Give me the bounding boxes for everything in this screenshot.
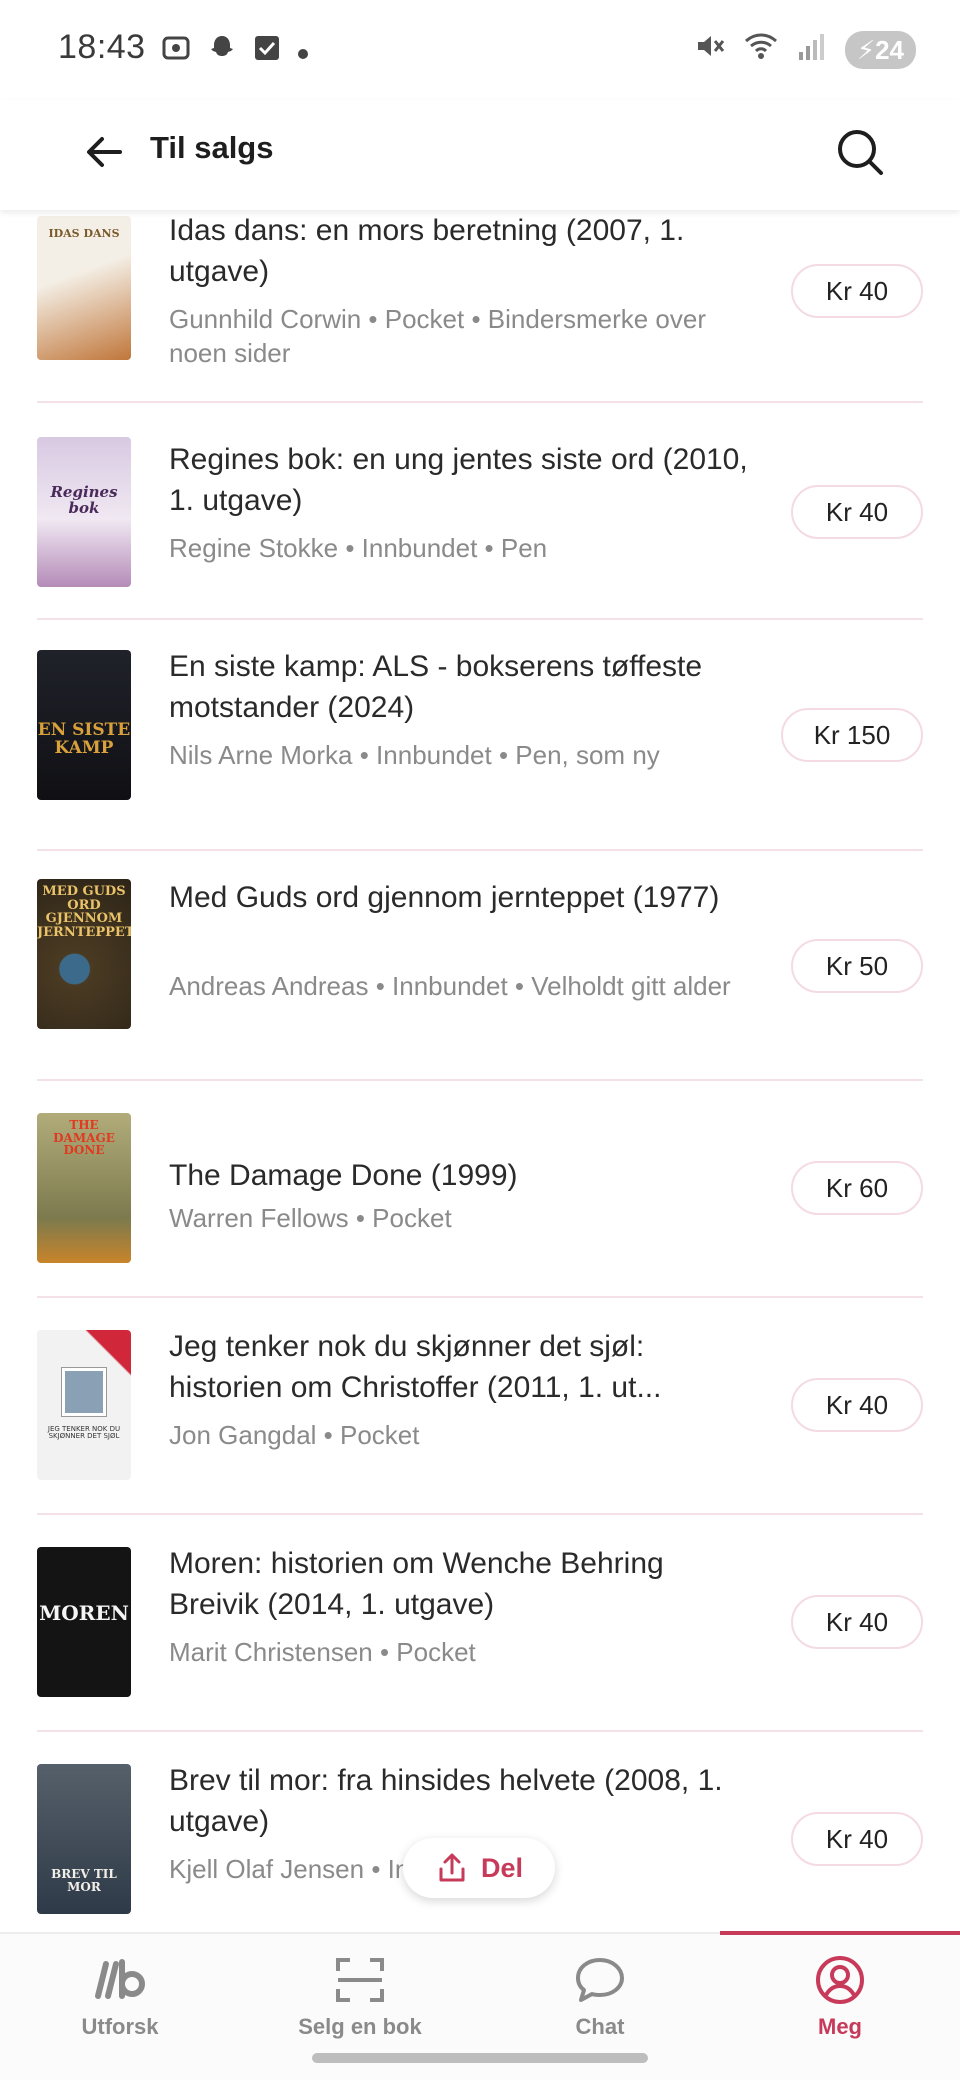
status-system-icons: ⚡24 — [693, 30, 916, 70]
status-bar: 18:43 ⚡24 — [0, 0, 960, 100]
mute-icon — [693, 30, 725, 70]
status-notification-icons — [160, 32, 310, 72]
book-title: The Damage Done (1999) — [169, 1159, 518, 1192]
listing-item[interactable]: IDAS DANS Idas dans: en mors beretning (… — [0, 210, 960, 403]
book-title: Moren: historien om Wenche Behring Breiv… — [169, 1547, 664, 1621]
battery-level: 24 — [875, 35, 904, 65]
price-tag[interactable]: Kr 40 — [791, 1378, 923, 1432]
cover-photo — [61, 1367, 107, 1417]
book-cover-text: BREV TIL MOR — [51, 1867, 117, 1894]
share-label: Del — [480, 1852, 524, 1883]
listing-item[interactable]: Regines bok Regines bok: en ung jentes s… — [0, 403, 960, 620]
search-button[interactable] — [826, 118, 894, 186]
book-cover-text: THE DAMAGE DONE — [53, 1118, 115, 1158]
listing-item[interactable]: EN SISTE KAMP En siste kamp: ALS - bokse… — [0, 620, 960, 851]
scan-icon — [240, 1952, 480, 2008]
signal-icon — [797, 30, 827, 70]
book-cover: MOREN — [37, 1547, 131, 1697]
share-button[interactable]: Del — [403, 1838, 555, 1898]
screenshot-icon — [160, 32, 192, 72]
nav-label: Meg — [818, 2014, 862, 2039]
book-cover: Regines bok — [37, 437, 131, 587]
price-tag[interactable]: Kr 50 — [791, 939, 923, 993]
book-cover: EN SISTE KAMP — [37, 650, 131, 800]
back-button[interactable] — [74, 122, 134, 182]
book-meta: Nils Arne Morka • Innbundet • Pen, som n… — [169, 740, 660, 770]
book-cover-text: MED GUDS ORD GJENNOM JERNTEPPET — [37, 884, 131, 940]
book-cover-text: MOREN — [39, 1601, 129, 1625]
book-meta: Warren Fellows • Pocket — [169, 1203, 452, 1233]
book-title: Med Guds ord gjennom jernteppet (1977) — [169, 881, 720, 914]
nav-label: Selg en bok — [298, 2014, 422, 2039]
price-tag[interactable]: Kr 60 — [791, 1161, 923, 1215]
book-cover: JEG TENKER NOK DU SKJØNNER DET SJØL — [37, 1330, 131, 1480]
book-cover-text: EN SISTE KAMP — [37, 720, 131, 758]
book-meta: Jon Gangdal • Pocket — [169, 1420, 420, 1450]
price-tag[interactable]: Kr 40 — [791, 1812, 923, 1866]
book-cover-text: IDAS DANS — [48, 227, 120, 240]
dot-icon — [296, 35, 310, 69]
book-title: Jeg tenker nok du skjønner det sjøl: his… — [169, 1330, 662, 1404]
search-icon — [838, 130, 883, 175]
arrow-left-icon — [87, 137, 122, 167]
profile-icon — [720, 1952, 960, 2008]
book-meta: Marit Christensen • Pocket — [169, 1637, 476, 1667]
page-title: Til salgs — [150, 130, 274, 165]
price-tag[interactable]: Kr 40 — [791, 1595, 923, 1649]
nav-item-meg[interactable]: Meg — [720, 1934, 960, 2054]
price-tag[interactable]: Kr 40 — [791, 264, 923, 318]
snapchat-icon — [206, 32, 238, 72]
listing-item[interactable]: MOREN Moren: historien om Wenche Behring… — [0, 1515, 960, 1732]
nav-item-chat[interactable]: Chat — [480, 1934, 720, 2054]
home-indicator[interactable] — [312, 2053, 648, 2063]
logo-ib-icon — [0, 1952, 240, 2008]
listing-item[interactable]: BREV TIL MOR Brev til mor: fra hinsides … — [0, 1732, 960, 1932]
share-upload-icon — [439, 1853, 465, 1882]
book-title: Regines bok: en ung jentes siste ord (20… — [169, 443, 748, 517]
book-title: En siste kamp: ALS - bokserens tøffeste … — [169, 650, 703, 724]
nav-item-selg-en-bok[interactable]: Selg en bok — [240, 1934, 480, 2054]
book-cover: THE DAMAGE DONE — [37, 1113, 131, 1263]
book-cover: BREV TIL MOR — [37, 1764, 131, 1914]
book-cover-text: JEG TENKER NOK DU SKJØNNER DET SJØL — [47, 1425, 121, 1441]
nav-item-utforsk[interactable]: Utforsk — [0, 1934, 240, 2054]
checkbox-icon — [252, 33, 282, 71]
nav-label: Chat — [575, 2014, 625, 2039]
book-title: Idas dans: en mors beretning (2007, 1. u… — [169, 214, 685, 288]
book-cover-text: Regines bok — [50, 483, 118, 517]
book-meta: Andreas Andreas • Innbundet • Velholdt g… — [169, 971, 731, 1001]
listing-item[interactable]: THE DAMAGE DONE The Damage Done (1999) W… — [0, 1081, 960, 1298]
chat-bubble-icon — [480, 1952, 720, 2008]
listing-item[interactable]: MED GUDS ORD GJENNOM JERNTEPPET Med Guds… — [0, 851, 960, 1081]
book-meta: Regine Stokke • Innbundet • Pen — [169, 533, 548, 563]
wifi-icon — [743, 30, 779, 70]
book-meta: Gunnhild Corwin • Pocket • Bindersmerke … — [169, 304, 706, 368]
app-bar: Til salgs — [0, 100, 960, 210]
book-cover: MED GUDS ORD GJENNOM JERNTEPPET — [37, 879, 131, 1029]
price-tag[interactable]: Kr 150 — [781, 708, 923, 762]
listing-list[interactable]: IDAS DANS Idas dans: en mors beretning (… — [0, 210, 960, 1932]
nav-label: Utforsk — [81, 2014, 159, 2039]
battery-charging-icon: ⚡24 — [844, 31, 916, 69]
listing-item[interactable]: JEG TENKER NOK DU SKJØNNER DET SJØL Jeg … — [0, 1298, 960, 1515]
price-tag[interactable]: Kr 40 — [791, 485, 923, 539]
status-time: 18:43 — [58, 28, 146, 66]
book-title: Brev til mor: fra hinsides helvete (2008… — [169, 1764, 723, 1838]
book-cover: IDAS DANS — [37, 216, 131, 360]
